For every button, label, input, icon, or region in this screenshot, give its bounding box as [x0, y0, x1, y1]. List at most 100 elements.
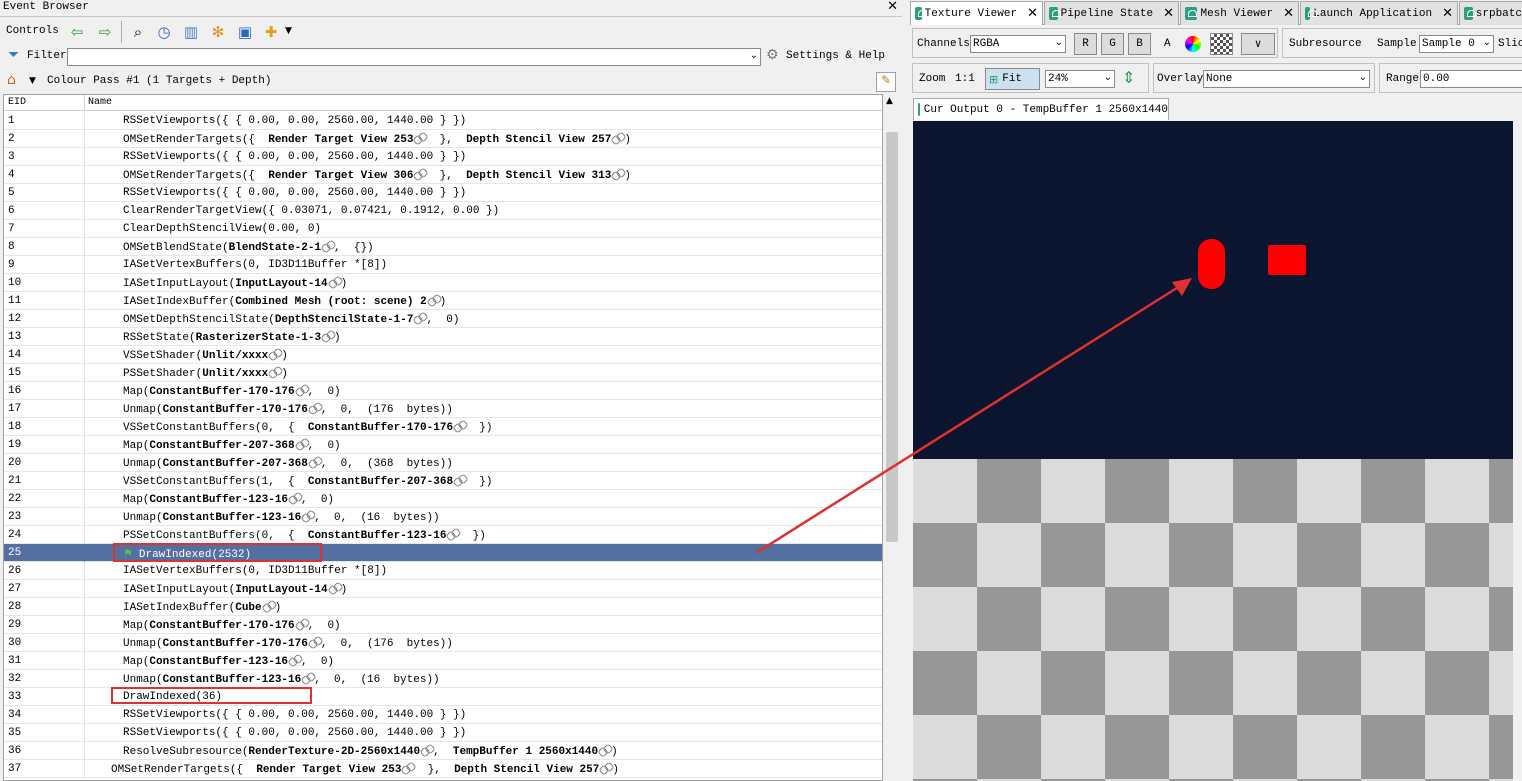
event-row[interactable]: 7 ClearDepthStencilView(0.00, 0) — [4, 220, 882, 238]
next-event-icon[interactable]: ⇨ — [94, 21, 116, 43]
zoom-1to1-button[interactable]: 1:1 — [955, 73, 975, 85]
link-icon[interactable] — [454, 421, 466, 431]
channel-r-toggle[interactable]: R — [1074, 33, 1097, 55]
resource-link[interactable]: ConstantBuffer-207-368 — [308, 476, 453, 488]
link-icon[interactable] — [414, 313, 426, 323]
link-icon[interactable] — [414, 169, 426, 179]
puzzle-icon[interactable]: ✚ — [260, 21, 282, 43]
binoculars-find-icon[interactable]: ⌕ — [127, 21, 149, 43]
event-row[interactable]: 2 OMSetRenderTargets({ Render Target View… — [4, 130, 882, 148]
event-row[interactable]: 19 Map(ConstantBuffer-207-368 , 0) — [4, 436, 882, 454]
link-icon[interactable] — [612, 133, 624, 143]
sample-select[interactable]: Sample 0 ⌄ — [1419, 35, 1494, 53]
color-wheel-icon[interactable] — [1185, 36, 1201, 52]
previous-event-icon[interactable]: ⇦ — [66, 21, 88, 43]
scrollbar-thumb[interactable] — [886, 132, 898, 542]
event-row[interactable]: 17 Unmap(ConstantBuffer-170-176 , 0, (176 … — [4, 400, 882, 418]
tab-srpbatcher[interactable]: srpbatc — [1459, 1, 1522, 25]
breadcrumb-pass[interactable]: Colour Pass #1 (1 Targets + Depth) — [47, 75, 271, 87]
close-icon[interactable]: ✕ — [1283, 6, 1294, 21]
panel-splitter[interactable] — [902, 0, 910, 781]
event-row[interactable]: 34 RSSetViewports({ { 0.00, 0.00, 2560.00… — [4, 706, 882, 724]
event-row[interactable]: 10 IASetInputLayout(InputLayout-14) — [4, 274, 882, 292]
event-row[interactable]: 25 ⚑ DrawIndexed(2532) — [4, 544, 882, 562]
resource-link[interactable]: ConstantBuffer-170-176 — [163, 638, 308, 650]
tab-pipeline-state[interactable]: Pipeline State ✕ — [1044, 1, 1179, 25]
resource-link[interactable]: InputLayout-14 — [235, 278, 327, 290]
link-icon[interactable] — [447, 529, 459, 539]
overlay-select[interactable]: None ⌄ — [1203, 70, 1370, 88]
resource-link[interactable]: InputLayout-14 — [235, 584, 327, 596]
close-icon[interactable]: ✕ — [887, 0, 898, 14]
event-row[interactable]: 22 Map(ConstantBuffer-123-16 , 0) — [4, 490, 882, 508]
resource-link[interactable]: ConstantBuffer-170-176 — [149, 386, 294, 398]
event-row[interactable]: 9 IASetVertexBuffers(0, ID3D11Buffer *[8]… — [4, 256, 882, 274]
link-icon[interactable] — [421, 745, 433, 755]
resource-link[interactable]: Render Target View 306 — [268, 170, 413, 182]
event-row[interactable]: 30 Unmap(ConstantBuffer-170-176 , 0, (176 … — [4, 634, 882, 652]
event-row[interactable]: 35 RSSetViewports({ { 0.00, 0.00, 2560.00… — [4, 724, 882, 742]
resource-link[interactable]: ConstantBuffer-170-176 — [308, 422, 453, 434]
output-tab[interactable]: Cur Output 0 - TempBuffer 1 2560x1440 — [913, 98, 1169, 120]
event-row[interactable]: 5 RSSetViewports({ { 0.00, 0.00, 2560.00,… — [4, 184, 882, 202]
tab-launch-application[interactable]: Launch Application ✕ — [1300, 1, 1458, 25]
resource-link[interactable]: BlendState-2-1 — [229, 242, 321, 254]
link-icon[interactable] — [322, 241, 334, 251]
resource-link[interactable]: ConstantBuffer-207-368 — [149, 440, 294, 452]
link-icon[interactable] — [414, 133, 426, 143]
link-icon[interactable] — [454, 475, 466, 485]
resource-link[interactable]: RenderTexture-2D-2560x1440 — [248, 746, 420, 758]
event-row[interactable]: 14 VSSetShader(Unlit/xxxx) — [4, 346, 882, 364]
resource-link[interactable]: Render Target View 253 — [268, 134, 413, 146]
tab-mesh-viewer[interactable]: Mesh Viewer ✕ — [1180, 1, 1299, 25]
event-row[interactable]: 26 IASetVertexBuffers(0, ID3D11Buffer *[8… — [4, 562, 882, 580]
resource-link[interactable]: ConstantBuffer-123-16 — [163, 512, 302, 524]
eid-column-header[interactable]: EID — [8, 97, 26, 108]
link-icon[interactable] — [309, 457, 321, 467]
resource-link[interactable]: ConstantBuffer-123-16 — [149, 494, 288, 506]
filter-input[interactable]: ⌄ — [67, 48, 761, 66]
chevron-down-icon[interactable]: ▼ — [285, 26, 292, 36]
link-icon[interactable] — [309, 637, 321, 647]
checkerboard-icon[interactable] — [1210, 33, 1233, 55]
home-icon[interactable]: ⌂ — [7, 72, 16, 88]
timeline-clock-icon[interactable]: ◷ — [153, 21, 175, 43]
event-row[interactable]: 15 PSSetShader(Unlit/xxxx) — [4, 364, 882, 382]
event-row[interactable]: 36 ResolveSubresource(RenderTexture-2D-25… — [4, 742, 882, 760]
event-row[interactable]: 32 Unmap(ConstantBuffer-123-16 , 0, (16 by… — [4, 670, 882, 688]
event-row[interactable]: 20 Unmap(ConstantBuffer-207-368 , 0, (368 … — [4, 454, 882, 472]
event-row[interactable]: 11 IASetIndexBuffer(Combined Mesh (root: … — [4, 292, 882, 310]
close-icon[interactable]: ✕ — [1027, 6, 1038, 21]
event-row[interactable]: 18 VSSetConstantBuffers(0, { ConstantBuff… — [4, 418, 882, 436]
event-row[interactable]: 27 IASetInputLayout(InputLayout-14) — [4, 580, 882, 598]
zoom-select[interactable]: 24% ⌄ — [1045, 70, 1115, 88]
resource-link[interactable]: ConstantBuffer-207-368 — [163, 458, 308, 470]
scroll-up-icon[interactable]: ▲ — [886, 96, 893, 106]
link-icon[interactable] — [612, 169, 624, 179]
link-icon[interactable] — [302, 673, 314, 683]
event-row[interactable]: 37 OMSetRenderTargets({ Render Target Vie… — [4, 760, 882, 778]
flip-vertical-icon[interactable]: ⇕ — [1122, 68, 1135, 87]
event-row[interactable]: 6 ClearRenderTargetView({ 0.03071, 0.0742… — [4, 202, 882, 220]
resource-link[interactable]: DepthStencilState-1-7 — [275, 314, 414, 326]
bookmark-note-icon[interactable]: ✎ — [876, 72, 896, 92]
link-icon[interactable] — [296, 385, 308, 395]
resource-link[interactable]: ConstantBuffer-170-176 — [149, 620, 294, 632]
link-icon[interactable] — [289, 655, 301, 665]
event-row[interactable]: 13 RSSetState(RasterizerState-1-3) — [4, 328, 882, 346]
event-row[interactable]: 23 Unmap(ConstantBuffer-123-16 , 0, (16 by… — [4, 508, 882, 526]
resource-link[interactable]: ConstantBuffer-170-176 — [163, 404, 308, 416]
link-icon[interactable] — [269, 367, 281, 377]
event-row[interactable]: 28 IASetIndexBuffer(Cube) — [4, 598, 882, 616]
channels-select[interactable]: RGBA ⌄ — [970, 35, 1066, 53]
link-icon[interactable] — [302, 511, 314, 521]
resource-link[interactable]: Depth Stencil View 257 — [454, 764, 599, 776]
close-icon[interactable]: ✕ — [1442, 6, 1453, 21]
event-row[interactable]: 21 VSSetConstantBuffers(1, { ConstantBuff… — [4, 472, 882, 490]
texture-viewport[interactable] — [913, 121, 1513, 781]
save-icon[interactable]: ▣ — [234, 21, 256, 43]
resource-link[interactable]: Depth Stencil View 257 — [466, 134, 611, 146]
bar-chart-icon[interactable]: ▥ — [180, 21, 202, 43]
fit-button[interactable]: ⊞ Fit — [985, 68, 1040, 90]
channel-g-toggle[interactable]: G — [1101, 33, 1124, 55]
